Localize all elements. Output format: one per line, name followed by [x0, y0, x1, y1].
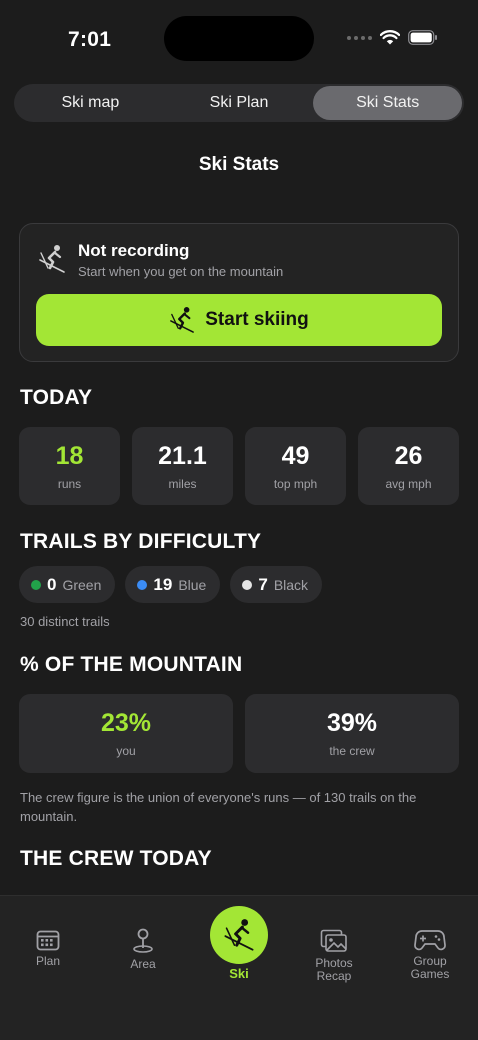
tab-ski[interactable]: Ski [191, 906, 287, 980]
start-skiing-label: Start skiing [205, 309, 309, 330]
today-stats: 18 runs 21.1 miles 49 top mph 26 avg mph [19, 427, 459, 505]
status-time: 7:01 [68, 28, 112, 51]
status-bar: 7:01 [0, 0, 478, 80]
distinct-trails-count: 30 distinct trails [20, 614, 110, 629]
blue-dot-icon [137, 579, 148, 590]
stat-value: 49 [281, 441, 310, 470]
tab-label: Group Games [410, 954, 450, 981]
stat-label: miles [168, 476, 197, 491]
black-dot-icon [242, 579, 253, 590]
difficulty-chip-blue: 19 Blue [125, 566, 221, 603]
crew-title: THE CREW TODAY [20, 847, 212, 870]
mountain-card-crew: 39% the crew [245, 694, 459, 773]
battery-icon [408, 30, 437, 45]
chip-count: 19 [153, 574, 173, 594]
tab-bar: Plan Area Ski Photos Recap Group Games [0, 895, 478, 1040]
chip-count: 0 [47, 574, 57, 594]
recording-status-subtitle: Start when you get on the mountain [78, 264, 284, 279]
green-dot-icon [31, 579, 41, 590]
stat-label: runs [57, 476, 82, 491]
mountain-label: you [116, 744, 136, 758]
tab-area[interactable]: Area [95, 928, 191, 971]
tab-label: Plan [35, 954, 61, 968]
stat-avg-speed: 26 avg mph [358, 427, 459, 505]
stat-top-speed: 49 top mph [245, 427, 346, 505]
status-icons [347, 30, 438, 45]
wifi-icon [380, 30, 400, 45]
segment-ski-stats[interactable]: Ski Stats [313, 86, 463, 120]
mountain-note: The crew figure is the union of everyone… [20, 790, 417, 824]
stat-value: 18 [55, 441, 84, 470]
tab-label: Ski [229, 966, 249, 981]
chip-label: Green [62, 576, 102, 593]
trails-title: TRAILS BY DIFFICULTY [20, 530, 262, 553]
tab-photos-recap[interactable]: Photos Recap [286, 929, 382, 983]
stat-value: 21.1 [158, 441, 207, 470]
page-title: Ski Stats [198, 154, 280, 175]
difficulty-chip-green: 0 Green [19, 566, 116, 603]
stat-runs: 18 runs [19, 427, 120, 505]
tab-label: Area [130, 957, 156, 971]
mountain-card-you: 23% you [19, 694, 233, 773]
gamepad-icon [414, 930, 446, 951]
start-skiing-button[interactable]: Start skiing [36, 294, 442, 346]
calendar-icon [36, 930, 60, 951]
dynamic-island [164, 16, 314, 61]
mountain-label: the crew [329, 744, 375, 758]
segment-ski-plan[interactable]: Ski Plan [165, 86, 314, 120]
map-pin-icon [133, 928, 153, 953]
segment-ski-map[interactable]: Ski map [16, 86, 165, 120]
skier-icon [224, 919, 254, 951]
mountain-stats: 23% you 39% the crew [19, 694, 459, 773]
photos-icon [320, 929, 347, 952]
stat-label: avg mph [385, 476, 432, 491]
cellular-signal-icon [347, 35, 372, 40]
recording-status-title: Not recording [78, 241, 190, 260]
stat-label: top mph [273, 476, 318, 491]
difficulty-chips: 0 Green 19 Blue 7 Black [19, 566, 323, 603]
mountain-title: % OF THE MOUNTAIN [20, 653, 243, 676]
tab-group-games[interactable]: Group Games [382, 929, 478, 981]
difficulty-chip-black: 7 Black [230, 566, 323, 603]
skier-icon [170, 307, 195, 333]
stat-miles: 21.1 miles [132, 427, 233, 505]
tab-label: Photos Recap [315, 956, 353, 983]
segmented-control: Ski map Ski Plan Ski Stats [14, 84, 464, 122]
tab-plan[interactable]: Plan [0, 929, 96, 968]
stat-value: 26 [394, 441, 423, 470]
mountain-value: 23% [100, 709, 152, 737]
skier-icon [39, 245, 65, 273]
recording-card: Not recording Start when you get on the … [19, 223, 459, 362]
ski-tab-button [210, 906, 268, 964]
today-title: TODAY [20, 386, 93, 409]
chip-count: 7 [258, 574, 268, 594]
chip-label: Blue [178, 576, 207, 593]
mountain-value: 39% [326, 709, 378, 737]
chip-label: Black [273, 576, 309, 593]
